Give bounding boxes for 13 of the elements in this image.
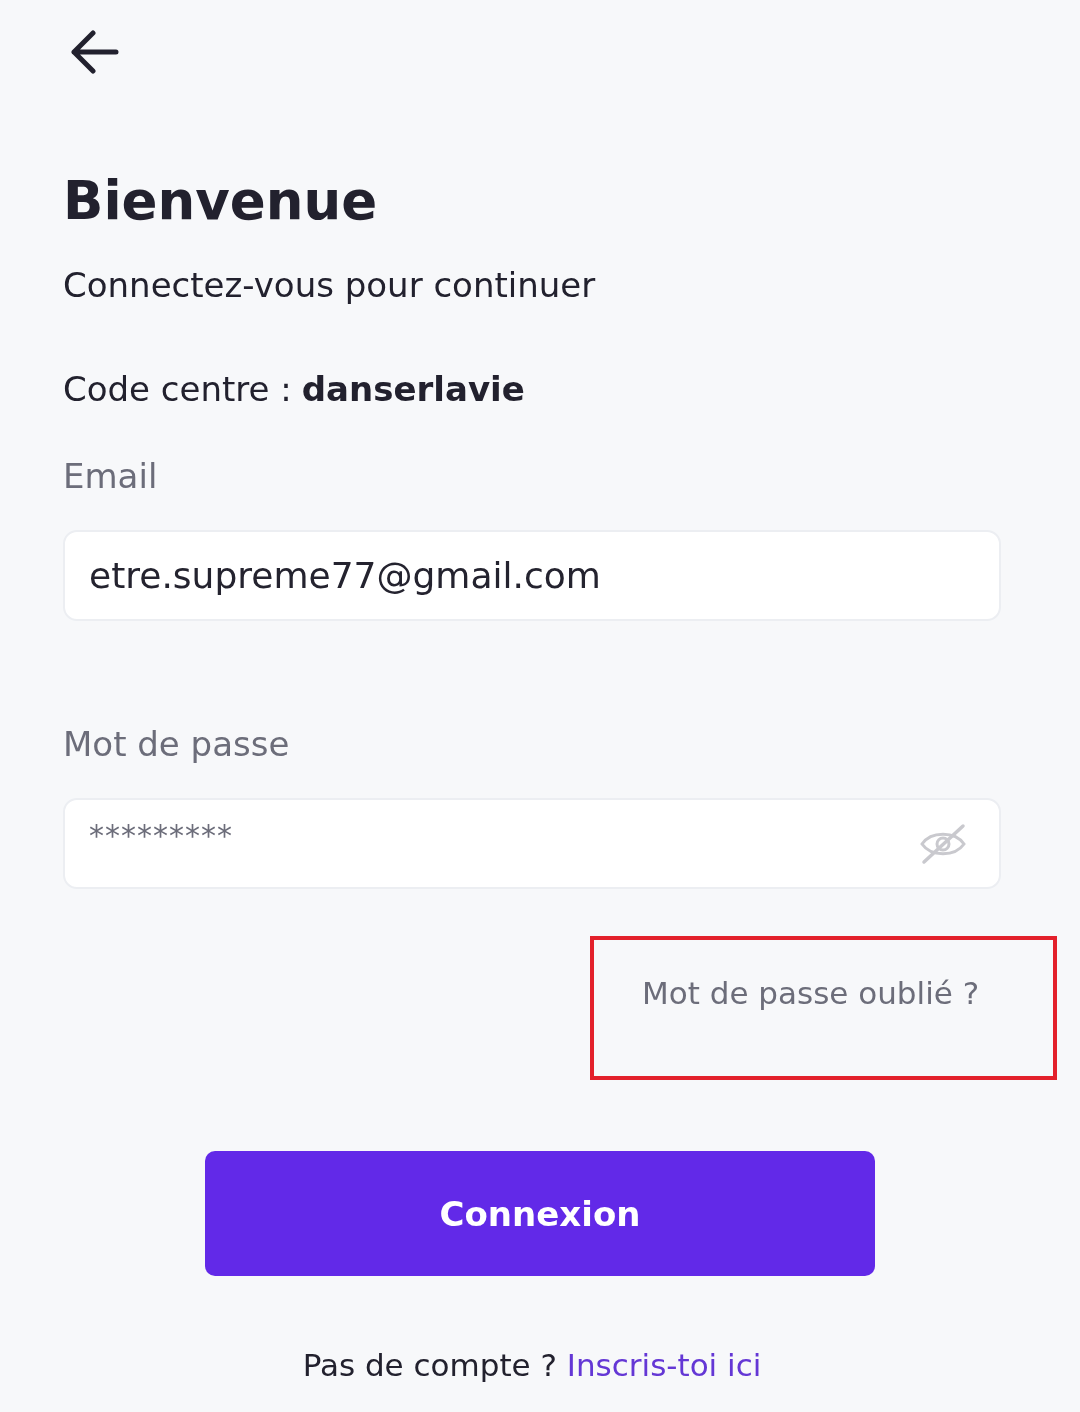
subtitle: Connectez-vous pour continuer <box>63 265 597 306</box>
forgot-password-link[interactable]: Mot de passe oublié ? <box>642 973 980 1014</box>
login-button[interactable]: Connexion <box>205 1151 875 1276</box>
centre-code-value: danserlavie <box>301 369 525 410</box>
password-label: Mot de passe <box>63 724 290 765</box>
back-arrow-icon[interactable] <box>71 30 119 74</box>
welcome-title: Bienvenue <box>63 169 379 233</box>
signup-link[interactable]: Inscris-toi ici <box>566 1347 762 1383</box>
centre-code-label: Code centre : <box>63 369 292 410</box>
password-field[interactable]: ********* <box>63 798 1001 889</box>
email-label: Email <box>63 456 158 497</box>
signup-prompt: Pas de compte ? Inscris-toi ici <box>301 1346 763 1385</box>
email-field[interactable]: etre.supreme77@gmail.com <box>63 530 1001 621</box>
